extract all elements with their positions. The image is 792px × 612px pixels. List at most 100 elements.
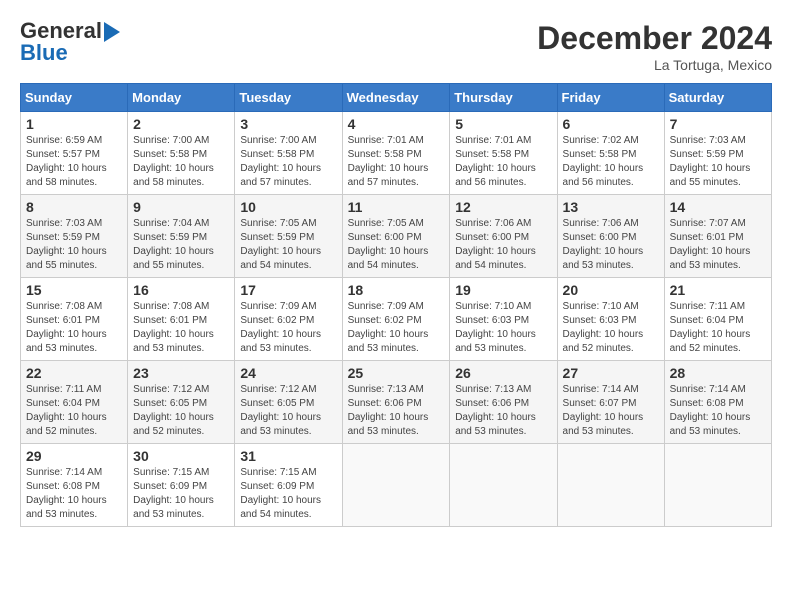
calendar-header-saturday: Saturday: [664, 84, 771, 112]
calendar-header-monday: Monday: [128, 84, 235, 112]
day-number: 10: [240, 199, 336, 215]
day-info: Sunrise: 7:12 AM Sunset: 6:05 PM Dayligh…: [133, 383, 229, 439]
calendar-day-28: 28 Sunrise: 7:14 AM Sunset: 6:08 PM Dayli…: [664, 361, 771, 444]
day-info: Sunrise: 7:01 AM Sunset: 5:58 PM Dayligh…: [348, 134, 445, 190]
day-number: 1: [26, 116, 122, 132]
empty-cell: [342, 444, 450, 527]
day-number: 11: [348, 199, 445, 215]
day-number: 5: [455, 116, 551, 132]
day-info: Sunrise: 7:03 AM Sunset: 5:59 PM Dayligh…: [670, 134, 766, 190]
day-number: 14: [670, 199, 766, 215]
logo: General Blue: [20, 20, 120, 64]
calendar-day-29: 29 Sunrise: 7:14 AM Sunset: 6:08 PM Dayli…: [21, 444, 128, 527]
calendar-day-11: 11 Sunrise: 7:05 AM Sunset: 6:00 PM Dayli…: [342, 195, 450, 278]
day-info: Sunrise: 7:01 AM Sunset: 5:58 PM Dayligh…: [455, 134, 551, 190]
calendar-header-wednesday: Wednesday: [342, 84, 450, 112]
calendar-day-19: 19Sunrise: 7:10 AM Sunset: 6:03 PM Dayli…: [450, 278, 557, 361]
day-number: 22: [26, 365, 122, 381]
day-info: Sunrise: 7:09 AM Sunset: 6:02 PM Dayligh…: [240, 300, 336, 356]
calendar-day-24: 24 Sunrise: 7:12 AM Sunset: 6:05 PM Dayli…: [235, 361, 342, 444]
day-number: 17: [240, 282, 336, 298]
calendar-day-16: 16 Sunrise: 7:08 AM Sunset: 6:01 PM Dayli…: [128, 278, 235, 361]
day-info: Sunrise: 7:11 AM Sunset: 6:04 PM Dayligh…: [26, 383, 122, 439]
day-number: 26: [455, 365, 551, 381]
calendar-day-26: 26 Sunrise: 7:13 AM Sunset: 6:06 PM Dayli…: [450, 361, 557, 444]
day-info: Sunrise: 7:13 AM Sunset: 6:06 PM Dayligh…: [455, 383, 551, 439]
empty-cell: [450, 444, 557, 527]
day-number: 18: [348, 282, 445, 298]
calendar-table: SundayMondayTuesdayWednesdayThursdayFrid…: [20, 83, 772, 527]
day-number: 8: [26, 199, 122, 215]
calendar-week-1: 1 Sunrise: 6:59 AM Sunset: 5:57 PM Daylig…: [21, 112, 772, 195]
calendar-day-3: 3Sunrise: 7:00 AM Sunset: 5:58 PM Daylig…: [235, 112, 342, 195]
day-number: 9: [133, 199, 229, 215]
calendar-day-14: 14 Sunrise: 7:07 AM Sunset: 6:01 PM Dayli…: [664, 195, 771, 278]
title-area: December 2024 La Tortuga, Mexico: [537, 20, 772, 73]
day-info: Sunrise: 7:14 AM Sunset: 6:08 PM Dayligh…: [26, 466, 122, 522]
day-number: 24: [240, 365, 336, 381]
day-number: 23: [133, 365, 229, 381]
day-info: Sunrise: 7:14 AM Sunset: 6:07 PM Dayligh…: [563, 383, 659, 439]
day-info: Sunrise: 7:07 AM Sunset: 6:01 PM Dayligh…: [670, 217, 766, 273]
calendar-week-2: 8Sunrise: 7:03 AM Sunset: 5:59 PM Daylig…: [21, 195, 772, 278]
day-number: 21: [670, 282, 766, 298]
calendar-day-8: 8Sunrise: 7:03 AM Sunset: 5:59 PM Daylig…: [21, 195, 128, 278]
day-number: 25: [348, 365, 445, 381]
calendar-day-1: 1 Sunrise: 6:59 AM Sunset: 5:57 PM Daylig…: [21, 112, 128, 195]
day-info: Sunrise: 7:09 AM Sunset: 6:02 PM Dayligh…: [348, 300, 445, 356]
calendar-day-21: 21 Sunrise: 7:11 AM Sunset: 6:04 PM Dayli…: [664, 278, 771, 361]
day-number: 31: [240, 448, 336, 464]
day-info: Sunrise: 7:11 AM Sunset: 6:04 PM Dayligh…: [670, 300, 766, 356]
logo-text: General: [20, 20, 120, 42]
calendar-day-12: 12Sunrise: 7:06 AM Sunset: 6:00 PM Dayli…: [450, 195, 557, 278]
month-title: December 2024: [537, 20, 772, 57]
calendar-day-4: 4 Sunrise: 7:01 AM Sunset: 5:58 PM Daylig…: [342, 112, 450, 195]
calendar-day-22: 22 Sunrise: 7:11 AM Sunset: 6:04 PM Dayli…: [21, 361, 128, 444]
day-number: 4: [348, 116, 445, 132]
calendar-day-9: 9 Sunrise: 7:04 AM Sunset: 5:59 PM Daylig…: [128, 195, 235, 278]
calendar-day-10: 10 Sunrise: 7:05 AM Sunset: 5:59 PM Dayli…: [235, 195, 342, 278]
day-info: Sunrise: 7:02 AM Sunset: 5:58 PM Dayligh…: [563, 134, 659, 190]
day-info: Sunrise: 7:06 AM Sunset: 6:00 PM Dayligh…: [563, 217, 659, 273]
day-info: Sunrise: 7:05 AM Sunset: 6:00 PM Dayligh…: [348, 217, 445, 273]
calendar-day-17: 17 Sunrise: 7:09 AM Sunset: 6:02 PM Dayli…: [235, 278, 342, 361]
calendar-day-20: 20 Sunrise: 7:10 AM Sunset: 6:03 PM Dayli…: [557, 278, 664, 361]
calendar-day-30: 30Sunrise: 7:15 AM Sunset: 6:09 PM Dayli…: [128, 444, 235, 527]
calendar-day-23: 23 Sunrise: 7:12 AM Sunset: 6:05 PM Dayli…: [128, 361, 235, 444]
location: La Tortuga, Mexico: [537, 57, 772, 73]
day-number: 13: [563, 199, 659, 215]
calendar-week-3: 15 Sunrise: 7:08 AM Sunset: 6:01 PM Dayli…: [21, 278, 772, 361]
day-number: 29: [26, 448, 122, 464]
calendar-day-13: 13 Sunrise: 7:06 AM Sunset: 6:00 PM Dayli…: [557, 195, 664, 278]
day-info: Sunrise: 7:12 AM Sunset: 6:05 PM Dayligh…: [240, 383, 336, 439]
calendar-header-sunday: Sunday: [21, 84, 128, 112]
day-info: Sunrise: 7:00 AM Sunset: 5:58 PM Dayligh…: [133, 134, 229, 190]
logo-subtext: Blue: [20, 42, 120, 64]
calendar-day-15: 15 Sunrise: 7:08 AM Sunset: 6:01 PM Dayli…: [21, 278, 128, 361]
calendar-header-row: SundayMondayTuesdayWednesdayThursdayFrid…: [21, 84, 772, 112]
calendar-day-7: 7Sunrise: 7:03 AM Sunset: 5:59 PM Daylig…: [664, 112, 771, 195]
day-info: Sunrise: 7:00 AM Sunset: 5:58 PM Dayligh…: [240, 134, 336, 190]
calendar-week-4: 22 Sunrise: 7:11 AM Sunset: 6:04 PM Dayli…: [21, 361, 772, 444]
day-info: Sunrise: 7:13 AM Sunset: 6:06 PM Dayligh…: [348, 383, 445, 439]
day-info: Sunrise: 7:10 AM Sunset: 6:03 PM Dayligh…: [563, 300, 659, 356]
day-info: Sunrise: 7:05 AM Sunset: 5:59 PM Dayligh…: [240, 217, 336, 273]
calendar-week-5: 29 Sunrise: 7:14 AM Sunset: 6:08 PM Dayli…: [21, 444, 772, 527]
calendar-day-2: 2Sunrise: 7:00 AM Sunset: 5:58 PM Daylig…: [128, 112, 235, 195]
day-info: Sunrise: 7:04 AM Sunset: 5:59 PM Dayligh…: [133, 217, 229, 273]
day-info: Sunrise: 7:08 AM Sunset: 6:01 PM Dayligh…: [133, 300, 229, 356]
calendar-day-25: 25 Sunrise: 7:13 AM Sunset: 6:06 PM Dayli…: [342, 361, 450, 444]
day-number: 6: [563, 116, 659, 132]
day-number: 15: [26, 282, 122, 298]
day-number: 16: [133, 282, 229, 298]
day-info: Sunrise: 7:15 AM Sunset: 6:09 PM Dayligh…: [133, 466, 229, 522]
empty-cell: [557, 444, 664, 527]
day-info: Sunrise: 7:08 AM Sunset: 6:01 PM Dayligh…: [26, 300, 122, 356]
day-info: Sunrise: 7:15 AM Sunset: 6:09 PM Dayligh…: [240, 466, 336, 522]
day-number: 28: [670, 365, 766, 381]
day-info: Sunrise: 7:10 AM Sunset: 6:03 PM Dayligh…: [455, 300, 551, 356]
day-number: 20: [563, 282, 659, 298]
calendar-day-5: 5 Sunrise: 7:01 AM Sunset: 5:58 PM Daylig…: [450, 112, 557, 195]
day-info: Sunrise: 7:14 AM Sunset: 6:08 PM Dayligh…: [670, 383, 766, 439]
day-info: Sunrise: 6:59 AM Sunset: 5:57 PM Dayligh…: [26, 134, 122, 190]
